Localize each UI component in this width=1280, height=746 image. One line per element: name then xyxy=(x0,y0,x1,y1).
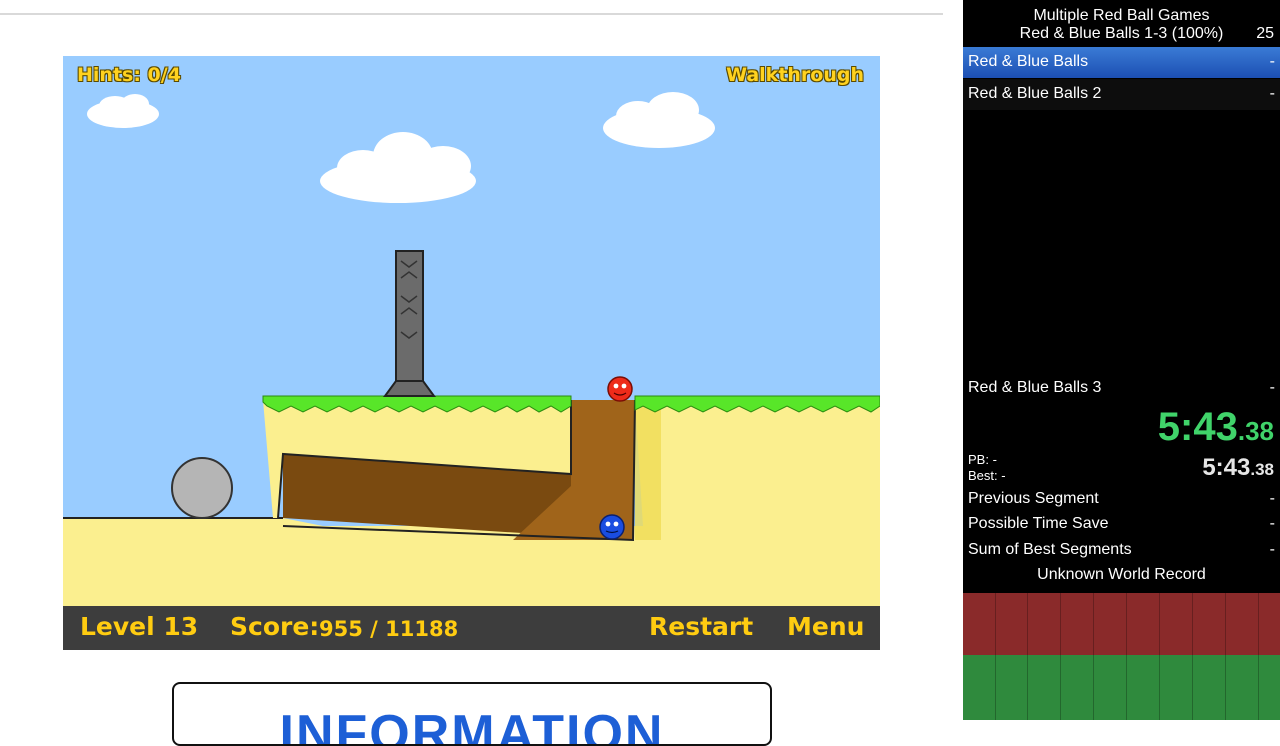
hints-counter[interactable]: Hints: 0/4 xyxy=(77,64,181,86)
graph-gridline xyxy=(1225,593,1226,720)
graph-gridline xyxy=(1159,593,1160,720)
segment-timer-centiseconds: .38 xyxy=(1250,460,1274,479)
split-time: - xyxy=(1269,379,1275,396)
split-name: Red & Blue Balls 3 xyxy=(968,379,1102,396)
best-row: Best: - xyxy=(968,468,1006,483)
split-time: - xyxy=(1269,85,1275,102)
graph-gridline xyxy=(1258,593,1259,720)
graph-gridline xyxy=(1126,593,1127,720)
main-timer-value: 5:43 xyxy=(1157,405,1238,449)
previous-segment-value: - xyxy=(1269,490,1275,507)
main-timer: 5:43.38 xyxy=(1158,405,1274,450)
sum-of-best-value: - xyxy=(1269,541,1275,558)
livesplit-panel: Multiple Red Ball Games Red & Blue Balls… xyxy=(963,0,1280,720)
level-label: Level 13 xyxy=(80,612,199,641)
split-row-final: Red & Blue Balls 3 - xyxy=(963,373,1280,404)
best-label: Best: xyxy=(968,468,998,483)
split-name: Red & Blue Balls 2 xyxy=(968,85,1102,102)
splits-game-title: Multiple Red Ball Games xyxy=(1033,7,1210,24)
graph-gridline xyxy=(995,593,996,720)
blue-ball-player xyxy=(599,514,625,540)
split-row-active: Red & Blue Balls - xyxy=(963,47,1280,78)
split-row: Red & Blue Balls 2 - xyxy=(963,79,1280,110)
segment-timer-value: 5:43 xyxy=(1202,454,1251,481)
score-value: 955 / 11188 xyxy=(319,617,459,641)
previous-segment-row: Previous Segment - xyxy=(963,488,1280,513)
information-box: INFORMATION xyxy=(172,682,772,746)
previous-segment-label: Previous Segment xyxy=(968,490,1099,507)
possible-time-save-value: - xyxy=(1269,515,1275,532)
boulder xyxy=(171,457,233,519)
restart-button[interactable]: Restart xyxy=(649,612,753,641)
graph-ahead-area xyxy=(963,655,1280,720)
world-record: Unknown World Record xyxy=(1037,566,1206,583)
information-title: INFORMATION xyxy=(279,705,665,746)
red-ball-player xyxy=(607,376,633,402)
main-timer-centiseconds: .38 xyxy=(1237,416,1274,446)
splits-category: Red & Blue Balls 1-3 (100%) xyxy=(1019,25,1224,42)
walkthrough-link[interactable]: Walkthrough xyxy=(726,64,864,86)
graph-behind-area xyxy=(963,593,1280,655)
pb-row: PB: - xyxy=(968,452,997,467)
game-scene xyxy=(63,56,880,650)
pb-label: PB: xyxy=(968,452,989,467)
browser-divider xyxy=(0,13,943,15)
graph-gridline xyxy=(1192,593,1193,720)
graph-gridline xyxy=(1027,593,1028,720)
split-name: Red & Blue Balls xyxy=(968,53,1089,70)
split-time: - xyxy=(1269,53,1275,70)
game-canvas[interactable]: Hints: 0/4 Walkthrough Level 13 Score: 9… xyxy=(63,56,880,650)
possible-time-save-label: Possible Time Save xyxy=(968,515,1109,532)
graph-gridline xyxy=(1093,593,1094,720)
menu-button[interactable]: Menu xyxy=(787,612,864,641)
possible-time-save-row: Possible Time Save - xyxy=(963,513,1280,538)
graph-gridline xyxy=(1060,593,1061,720)
split-graph xyxy=(963,593,1280,720)
game-bottom-bar: Level 13 Score: 955 / 11188 Restart Menu xyxy=(63,606,880,650)
pb-value: - xyxy=(992,452,997,467)
best-value: - xyxy=(1001,468,1006,483)
segment-timer: 5:43.38 xyxy=(1202,454,1274,482)
attempt-count: 25 xyxy=(1256,25,1274,42)
score-label: Score: xyxy=(230,612,320,641)
sum-of-best-row: Sum of Best Segments - xyxy=(963,539,1280,564)
sum-of-best-label: Sum of Best Segments xyxy=(968,541,1132,558)
